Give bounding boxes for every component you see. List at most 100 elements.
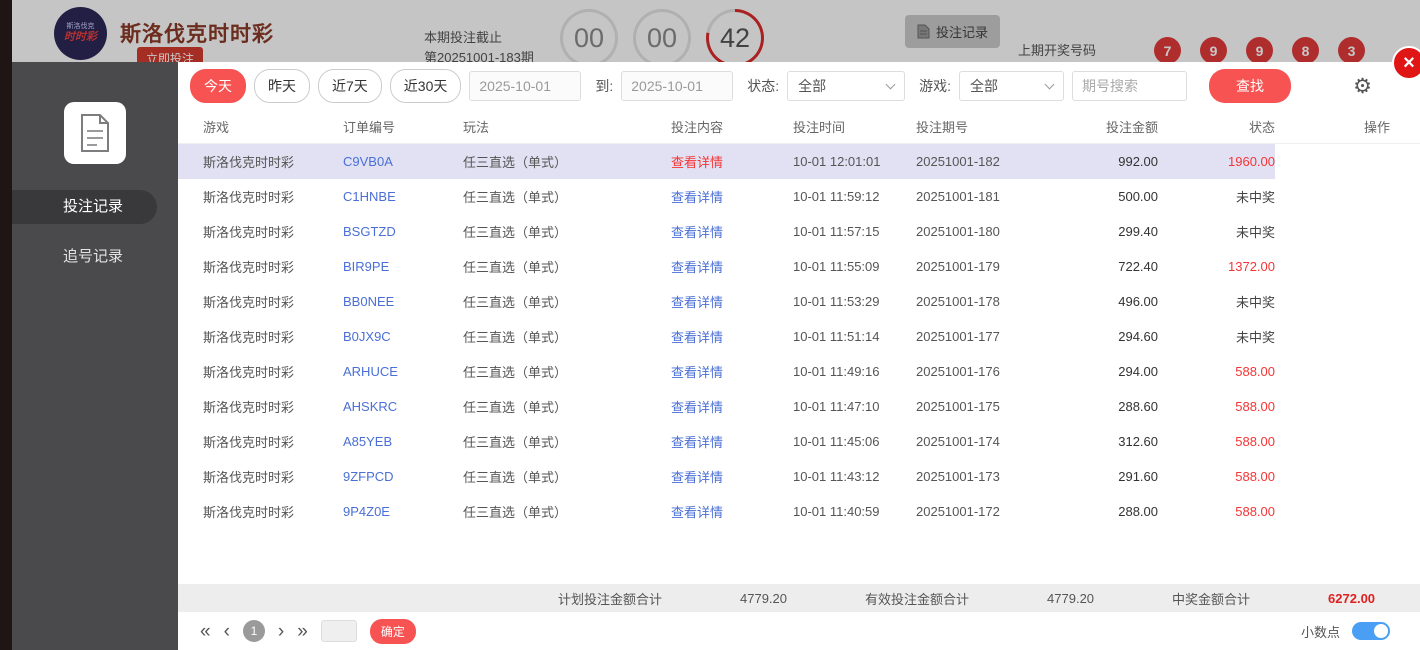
cell-view-detail-link[interactable]: 查看详情 — [671, 257, 793, 276]
filter-30days-button[interactable]: 近30天 — [389, 69, 462, 103]
search-button[interactable]: 查找 — [1209, 69, 1292, 103]
plan-total-label: 计划投注金额合计 — [558, 591, 663, 607]
table-row[interactable]: 斯洛伐克时时彩 ARHUCE 任三直选（单式） 查看详情 10-01 11:49… — [178, 354, 1420, 389]
cell-time: 10-01 11:40:59 — [793, 504, 880, 519]
cell-order-link[interactable]: C1HNBE — [343, 189, 463, 204]
cell-play: 任三直选（单式） — [463, 295, 568, 310]
cell-order-link[interactable]: A85YEB — [343, 434, 463, 449]
period-search-input[interactable] — [1072, 71, 1188, 101]
cell-view-detail-link[interactable]: 查看详情 — [671, 327, 793, 346]
confirm-page-button[interactable]: 确定 — [369, 618, 416, 644]
cell-game: 斯洛伐克时时彩 — [203, 155, 295, 170]
header-status: 状态 — [1248, 120, 1275, 135]
cell-view-detail-link[interactable]: 查看详情 — [671, 292, 793, 311]
page-jump-input[interactable] — [320, 620, 357, 642]
cell-status: 588.00 — [1235, 469, 1275, 484]
header-play: 玩法 — [463, 120, 490, 135]
filter-yesterday-button[interactable]: 昨天 — [254, 69, 310, 103]
table-row[interactable]: 斯洛伐克时时彩 9P4Z0E 任三直选（单式） 查看详情 10-01 11:40… — [178, 494, 1420, 529]
table-row[interactable]: 斯洛伐克时时彩 C9VB0A 任三直选（单式） 查看详情 10-01 12:01… — [178, 144, 1420, 179]
settings-gear-icon[interactable]: ⚙ — [1353, 76, 1372, 97]
cell-order-link[interactable]: BSGTZD — [343, 224, 463, 239]
close-button[interactable]: × — [1392, 46, 1420, 80]
sidebar-item-bet-records[interactable]: 投注记录 — [12, 190, 157, 224]
page-number-1[interactable]: 1 — [242, 620, 265, 642]
cell-view-detail-link[interactable]: 查看详情 — [671, 467, 793, 486]
cell-time: 10-01 11:53:29 — [793, 294, 880, 309]
cell-view-detail-link[interactable]: 查看详情 — [671, 222, 793, 241]
decimal-toggle[interactable] — [1352, 622, 1390, 640]
cell-view-detail-link[interactable]: 查看详情 — [671, 362, 793, 381]
cell-view-detail-link[interactable]: 查看详情 — [671, 432, 793, 451]
cell-order-link[interactable]: BIR9PE — [343, 259, 463, 274]
cell-amount: 312.60 — [1118, 434, 1158, 449]
cell-order-link[interactable]: 9ZFPCD — [343, 469, 463, 484]
cell-amount: 500.00 — [1118, 189, 1158, 204]
cell-play: 任三直选（单式） — [463, 260, 568, 275]
cell-operation — [1275, 144, 1420, 179]
cell-amount: 288.60 — [1118, 399, 1158, 414]
decimal-toggle-group: 小数点 — [1301, 622, 1390, 641]
cell-game: 斯洛伐克时时彩 — [203, 435, 295, 450]
header-operation: 操作 — [1363, 120, 1390, 135]
cell-status: 1372.00 — [1228, 259, 1275, 274]
date-from-input[interactable] — [469, 71, 582, 101]
cell-time: 10-01 11:51:14 — [793, 329, 880, 344]
cell-period: 20251001-173 — [916, 469, 1000, 484]
cell-time: 10-01 11:43:12 — [793, 469, 880, 484]
cell-play: 任三直选（单式） — [463, 190, 568, 205]
next-page-button[interactable]: › — [278, 622, 284, 641]
cell-operation — [1275, 389, 1420, 424]
cell-play: 任三直选（单式） — [463, 435, 568, 450]
table-row[interactable]: 斯洛伐克时时彩 C1HNBE 任三直选（单式） 查看详情 10-01 11:59… — [178, 179, 1420, 214]
table-row[interactable]: 斯洛伐克时时彩 BSGTZD 任三直选（单式） 查看详情 10-01 11:57… — [178, 214, 1420, 249]
status-select[interactable]: 全部 — [787, 71, 906, 101]
table-row[interactable]: 斯洛伐克时时彩 B0JX9C 任三直选（单式） 查看详情 10-01 11:51… — [178, 319, 1420, 354]
cell-time: 10-01 11:45:06 — [793, 434, 880, 449]
plan-total-value: 4779.20 — [740, 590, 788, 606]
cell-period: 20251001-180 — [916, 224, 1000, 239]
cell-amount: 496.00 — [1118, 294, 1158, 309]
cell-game: 斯洛伐克时时彩 — [203, 190, 295, 205]
table-row[interactable]: 斯洛伐克时时彩 BIR9PE 任三直选（单式） 查看详情 10-01 11:55… — [178, 249, 1420, 284]
cell-operation — [1275, 249, 1420, 284]
win-total-value: 6272.00 — [1328, 590, 1376, 606]
cell-order-link[interactable]: 9P4Z0E — [343, 504, 463, 519]
cell-order-link[interactable]: ARHUCE — [343, 364, 463, 379]
cell-view-detail-link[interactable]: 查看详情 — [671, 152, 793, 171]
filter-today-button[interactable]: 今天 — [190, 69, 246, 103]
header-amount: 投注金额 — [1105, 120, 1158, 135]
cell-view-detail-link[interactable]: 查看详情 — [671, 502, 793, 521]
cell-operation — [1275, 459, 1420, 494]
date-to-input[interactable] — [621, 71, 734, 101]
prev-page-button[interactable]: ‹ — [224, 622, 230, 641]
cell-time: 10-01 11:55:09 — [793, 259, 880, 274]
cell-order-link[interactable]: BB0NEE — [343, 294, 463, 309]
header-game: 游戏 — [203, 120, 230, 135]
cell-operation — [1275, 179, 1420, 214]
filter-7days-button[interactable]: 近7天 — [318, 69, 382, 103]
records-sidebar: 投注记录 追号记录 — [12, 62, 178, 650]
table-row[interactable]: 斯洛伐克时时彩 AHSKRC 任三直选（单式） 查看详情 10-01 11:47… — [178, 389, 1420, 424]
last-page-button[interactable]: » — [297, 622, 308, 641]
table-row[interactable]: 斯洛伐克时时彩 9ZFPCD 任三直选（单式） 查看详情 10-01 11:43… — [178, 459, 1420, 494]
cell-period: 20251001-178 — [916, 294, 1000, 309]
sidebar-item-chase-records[interactable]: 追号记录 — [12, 240, 178, 274]
table-row[interactable]: 斯洛伐克时时彩 A85YEB 任三直选（单式） 查看详情 10-01 11:45… — [178, 424, 1420, 459]
cell-order-link[interactable]: B0JX9C — [343, 329, 463, 344]
cell-order-link[interactable]: C9VB0A — [343, 154, 463, 169]
cell-play: 任三直选（单式） — [463, 330, 568, 345]
cell-period: 20251001-172 — [916, 504, 1000, 519]
cell-game: 斯洛伐克时时彩 — [203, 330, 295, 345]
cell-view-detail-link[interactable]: 查看详情 — [671, 397, 793, 416]
cell-order-link[interactable]: AHSKRC — [343, 399, 463, 414]
first-page-button[interactable]: « — [200, 622, 211, 641]
table-row[interactable]: 斯洛伐克时时彩 BB0NEE 任三直选（单式） 查看详情 10-01 11:53… — [178, 284, 1420, 319]
game-select-value: 全部 — [970, 78, 999, 94]
status-label: 状态: — [747, 78, 780, 94]
chevron-down-icon — [885, 79, 896, 90]
filter-bar: 今天 昨天 近7天 近30天 到: 状态: 全部 游戏: 全部 查找 ⚙ — [178, 62, 1420, 110]
game-select[interactable]: 全部 — [959, 71, 1065, 101]
cell-view-detail-link[interactable]: 查看详情 — [671, 187, 793, 206]
decimal-label: 小数点 — [1300, 624, 1340, 640]
